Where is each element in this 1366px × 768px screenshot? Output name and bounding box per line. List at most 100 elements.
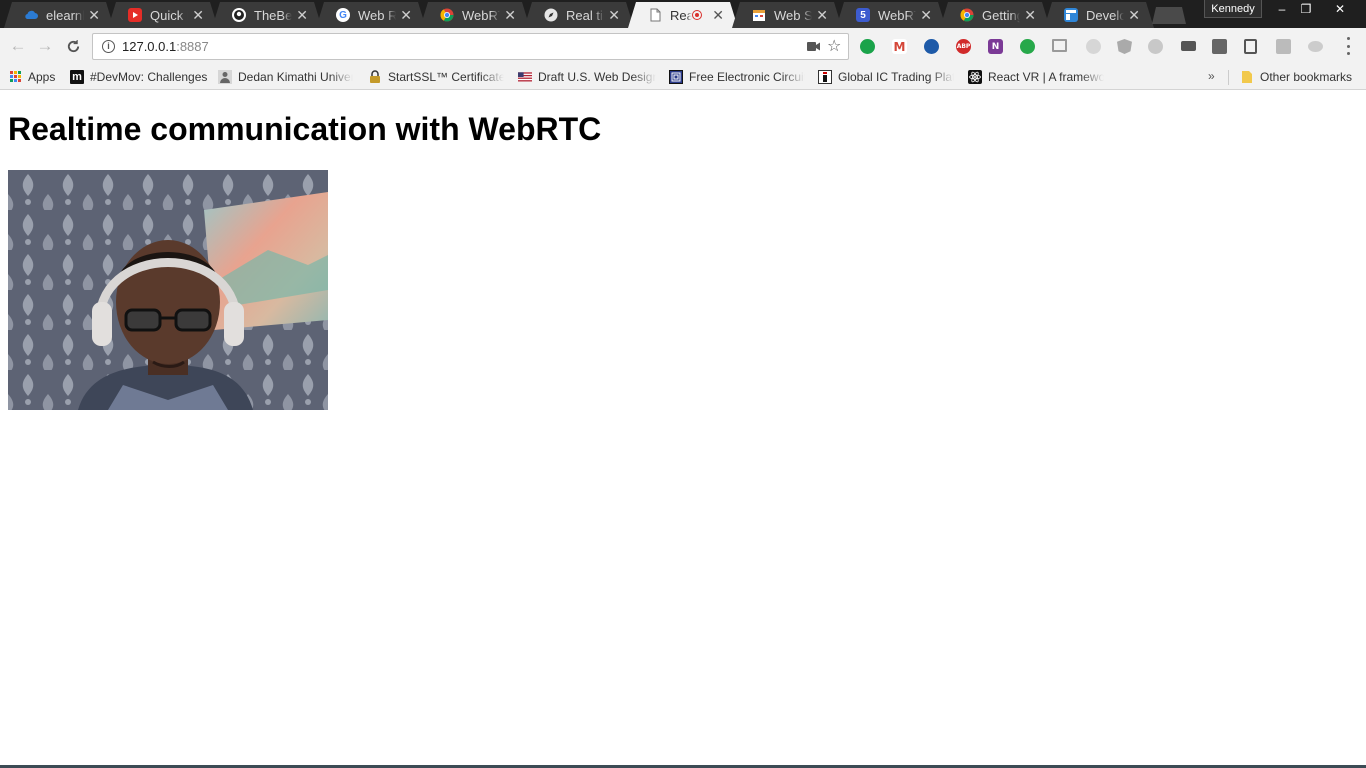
recording-indicator-icon xyxy=(692,10,702,20)
m-icon: m xyxy=(70,70,84,84)
local-video-stream[interactable] xyxy=(8,170,328,410)
profile-button[interactable]: Kennedy xyxy=(1204,0,1262,18)
back-button[interactable]: ← xyxy=(8,36,28,56)
restore-button[interactable]: ❐ xyxy=(1292,0,1320,18)
arrow-left-icon: ← xyxy=(9,36,27,55)
calendar-icon xyxy=(752,8,766,22)
ic-icon xyxy=(818,70,832,84)
page-title: Realtime communication with WebRTC xyxy=(8,111,602,147)
close-icon[interactable]: ✕ xyxy=(1128,8,1140,22)
address-bar[interactable]: i 127.0.0.1:8887 ☆ xyxy=(92,33,849,60)
bookmark-react-vr[interactable]: React VR | A framewo xyxy=(968,68,1104,86)
document-icon xyxy=(648,8,662,22)
folder-icon xyxy=(1240,70,1254,84)
reload-icon xyxy=(67,39,79,52)
bookmark-other-bookmarks[interactable]: Other bookmarks xyxy=(1240,68,1352,86)
lock-icon xyxy=(368,70,382,84)
close-icon[interactable]: ✕ xyxy=(296,8,308,22)
exit-icon[interactable] xyxy=(1276,39,1291,54)
bookmark-label: Other bookmarks xyxy=(1260,70,1353,84)
close-icon[interactable]: ✕ xyxy=(88,8,100,22)
tab-2[interactable]: TheBead ✕ xyxy=(212,2,322,28)
camera-icon[interactable] xyxy=(807,42,820,51)
tab-1[interactable]: Quick lo ✕ xyxy=(108,2,218,28)
menu-dot-icon xyxy=(1346,37,1350,40)
share-icon[interactable] xyxy=(1020,39,1035,54)
monitor-icon[interactable] xyxy=(1052,39,1067,52)
close-icon[interactable]: ✕ xyxy=(608,8,620,22)
close-window-button[interactable]: ✕ xyxy=(1326,0,1354,18)
chrome-icon xyxy=(440,8,454,22)
bookmark-devmov[interactable]: m #DevMov: Challenges xyxy=(70,68,207,86)
circuit-icon xyxy=(669,70,683,84)
bookmarks-bar: Apps m #DevMov: Challenges Dedan Kimathi… xyxy=(0,64,1366,90)
tab-title: Develop xyxy=(1086,7,1125,23)
bookmark-free-electronic-circuit[interactable]: Free Electronic Circuit xyxy=(669,68,805,86)
url-text[interactable]: 127.0.0.1:8887 xyxy=(122,39,209,54)
bookmark-startssl[interactable]: StartSSL™ Certificates xyxy=(368,68,504,86)
tab-title: WebRTC xyxy=(462,7,498,23)
tab-8[interactable]: 5 WebRTC ✕ xyxy=(836,2,946,28)
bookmark-apps[interactable]: Apps xyxy=(10,68,55,86)
close-icon[interactable]: ✕ xyxy=(816,8,828,22)
new-tab-button[interactable] xyxy=(1152,7,1186,24)
browser-menu-button[interactable] xyxy=(1343,37,1353,55)
html5-icon: 5 xyxy=(856,8,870,22)
close-icon[interactable]: ✕ xyxy=(400,8,412,22)
info-icon[interactable]: i xyxy=(102,40,115,53)
onenote-icon[interactable]: N xyxy=(988,39,1003,54)
tab-3[interactable]: G Web RTC ✕ xyxy=(316,2,426,28)
browser-toolbar: ← → i 127.0.0.1:8887 ☆ M ABP N xyxy=(0,28,1366,64)
bookmark-label: Free Electronic Circuit xyxy=(689,70,805,84)
google-icon: G xyxy=(336,8,350,22)
tab-4[interactable]: WebRTC ✕ xyxy=(420,2,530,28)
tab-10[interactable]: Develop ✕ xyxy=(1044,2,1154,28)
tab-6-active[interactable]: Realt ✕ xyxy=(628,2,738,28)
gmail-icon[interactable]: M xyxy=(892,39,907,54)
youtube-icon xyxy=(128,8,142,22)
adblock-icon[interactable]: ABP xyxy=(956,39,971,54)
webcam-frame-image xyxy=(8,170,328,410)
eye-icon[interactable] xyxy=(1148,39,1163,54)
bookmark-star-icon[interactable]: ☆ xyxy=(827,36,841,56)
bookmarks-overflow-chevron-icon[interactable]: » xyxy=(1208,69,1215,83)
tab-0[interactable]: elearnhe ✕ xyxy=(4,2,114,28)
tab-title: elearnhe xyxy=(46,7,83,23)
cloud-icon xyxy=(24,8,38,22)
tab-title: TheBead xyxy=(254,7,293,23)
url-host: 127.0.0.1 xyxy=(122,39,177,54)
tab-5[interactable]: Real tim ✕ xyxy=(524,2,634,28)
tab-7[interactable]: Web Se ✕ xyxy=(732,2,842,28)
angular-icon[interactable] xyxy=(1117,39,1132,54)
close-icon[interactable]: ✕ xyxy=(504,8,516,22)
bookmark-label: Global IC Trading Platf xyxy=(838,70,954,84)
clipboard-icon[interactable] xyxy=(1212,39,1227,54)
arrow-right-icon: → xyxy=(36,36,54,55)
close-icon[interactable]: ✕ xyxy=(1024,8,1036,22)
tab-9[interactable]: Getting ✕ xyxy=(940,2,1050,28)
apps-grid-icon xyxy=(10,71,22,83)
bookmark-uswds[interactable]: Draft U.S. Web Design xyxy=(518,68,656,86)
layout-icon xyxy=(1064,8,1078,22)
bookmark-global-ic[interactable]: Global IC Trading Platf xyxy=(818,68,954,86)
puzzle-icon[interactable] xyxy=(1086,39,1101,54)
forward-button[interactable]: → xyxy=(35,36,55,56)
bus-icon[interactable] xyxy=(1181,41,1196,51)
tab-title: WebRTC xyxy=(878,7,914,23)
person-icon xyxy=(218,70,232,84)
close-icon[interactable]: ✕ xyxy=(192,8,204,22)
tab-title: Real tim xyxy=(566,7,603,23)
bulb-icon[interactable] xyxy=(1244,39,1257,54)
url-port: :8887 xyxy=(176,39,209,54)
close-icon[interactable]: ✕ xyxy=(712,8,724,22)
close-icon[interactable]: ✕ xyxy=(920,8,932,22)
compass-icon xyxy=(544,8,558,22)
bookmark-dedan-kimathi[interactable]: Dedan Kimathi Univer xyxy=(218,68,353,86)
eagle-icon[interactable] xyxy=(924,39,939,54)
reload-button[interactable] xyxy=(63,36,83,56)
bookmark-label: React VR | A framewo xyxy=(988,70,1104,84)
bookmark-label: #DevMov: Challenges xyxy=(90,70,208,84)
evernote-icon[interactable] xyxy=(860,39,875,54)
cloud-icon[interactable] xyxy=(1308,41,1323,52)
github-icon xyxy=(232,8,246,22)
